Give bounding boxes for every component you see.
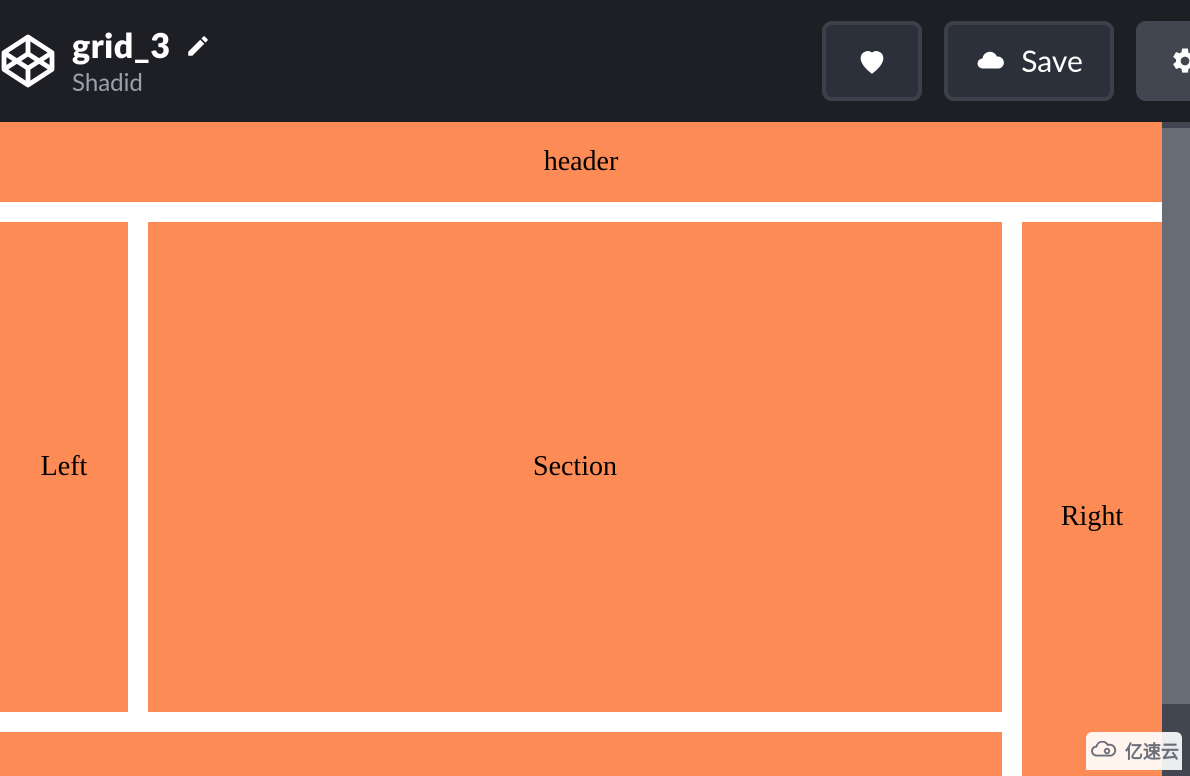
- gear-icon: [1170, 46, 1190, 76]
- pen-title: grid_3: [72, 25, 171, 66]
- preview-scrollbar[interactable]: [1162, 122, 1190, 776]
- watermark: 亿速云: [1086, 732, 1182, 770]
- pen-author[interactable]: Shadid: [72, 68, 211, 97]
- preview-pane[interactable]: header Left Section Right Footer: [0, 122, 1162, 776]
- heart-icon: [855, 44, 889, 78]
- grid-section-label: Section: [533, 451, 617, 483]
- codepen-topbar: grid_3 Shadid Save: [0, 0, 1190, 122]
- love-button[interactable]: [822, 21, 922, 101]
- watermark-cloud-icon: [1089, 741, 1119, 761]
- settings-button[interactable]: [1136, 21, 1190, 101]
- preview-scrollbar-thumb[interactable]: [1162, 128, 1190, 704]
- preview-stage: header Left Section Right Footer 亿速云: [0, 122, 1190, 776]
- save-button-label: Save: [1021, 43, 1083, 79]
- grid-left-cell: Left: [0, 222, 128, 712]
- grid-header-cell: header: [0, 122, 1162, 202]
- codepen-logo-icon: [0, 31, 58, 91]
- pencil-icon[interactable]: [185, 33, 211, 59]
- grid-right-cell: Right: [1022, 222, 1162, 776]
- codepen-logo[interactable]: [0, 0, 72, 122]
- grid-footer-cell: Footer: [0, 732, 1002, 776]
- cloud-icon: [975, 46, 1005, 76]
- pen-title-row[interactable]: grid_3: [72, 25, 211, 66]
- grid-left-label: Left: [41, 451, 88, 483]
- save-button[interactable]: Save: [944, 21, 1114, 101]
- watermark-text: 亿速云: [1125, 738, 1179, 764]
- grid-section-cell: Section: [148, 222, 1002, 712]
- grid-header-label: header: [544, 146, 619, 178]
- grid-right-label: Right: [1061, 501, 1123, 533]
- pen-header: grid_3 Shadid: [72, 25, 211, 97]
